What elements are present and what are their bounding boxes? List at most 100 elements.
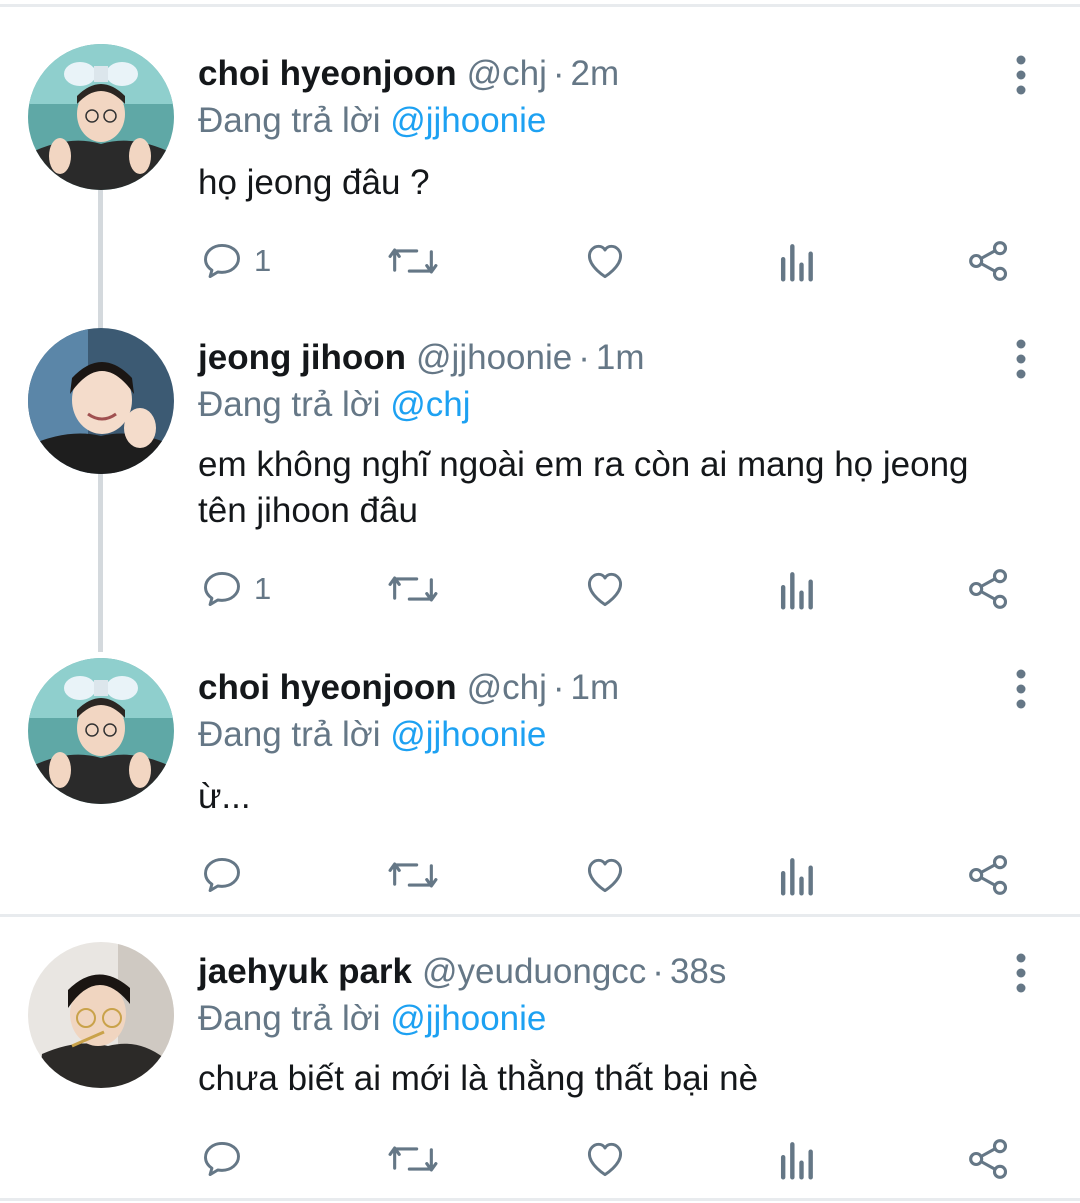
tweet-actions — [0, 1134, 1080, 1184]
analytics-button[interactable] — [776, 1134, 816, 1184]
more-vertical-icon[interactable] — [1008, 338, 1034, 382]
avatar[interactable] — [28, 658, 174, 804]
share-icon — [969, 241, 1008, 281]
user-handle[interactable]: @chj — [467, 668, 547, 707]
tweet-header: jeong jihoon @jjhoonie · 1m — [198, 336, 645, 380]
tweet-header: choi hyeonjoon @chj · 1m — [198, 666, 619, 710]
separator: · — [652, 952, 664, 991]
user-handle[interactable]: @chj — [467, 54, 547, 93]
like-button[interactable] — [582, 850, 628, 900]
share-icon — [969, 1139, 1008, 1179]
timestamp[interactable]: 2m — [571, 54, 620, 93]
replying-to: Đang trả lời @jjhoonie — [198, 997, 546, 1041]
like-button[interactable] — [582, 564, 628, 614]
retweet-icon — [388, 576, 438, 602]
heart-icon — [587, 858, 623, 893]
replying-to: Đang trả lời @chj — [198, 383, 470, 427]
reply-button[interactable]: 1 — [200, 236, 271, 286]
user-handle[interactable]: @yeuduongcc — [422, 952, 646, 991]
replying-to-label: Đang trả lời — [198, 101, 381, 140]
share-icon — [969, 569, 1008, 609]
display-name[interactable]: jaehyuk park — [198, 952, 412, 991]
timestamp[interactable]: 38s — [670, 952, 726, 991]
tweet[interactable]: choi hyeonjoon @chj · 2m Đang trả lời @jjho… — [0, 44, 1080, 294]
share-button[interactable] — [966, 850, 1012, 900]
share-button[interactable] — [966, 564, 1012, 614]
reply-button[interactable] — [200, 1134, 244, 1184]
user-handle[interactable]: @jjhoonie — [416, 338, 572, 377]
heart-icon — [587, 1142, 623, 1177]
avatar-image — [28, 942, 174, 1088]
share-button[interactable] — [966, 236, 1012, 286]
reply-icon — [204, 857, 240, 893]
retweet-icon — [388, 862, 438, 888]
conversation-divider — [0, 914, 1080, 917]
retweet-button[interactable] — [386, 850, 440, 900]
analytics-button[interactable] — [776, 564, 816, 614]
tweet[interactable]: jaehyuk park @yeuduongcc · 38s Đang trả lời… — [0, 942, 1080, 1192]
avatar-image — [28, 328, 174, 474]
avatar-image — [28, 44, 174, 190]
analytics-icon — [780, 858, 813, 896]
reply-button[interactable] — [200, 850, 244, 900]
replying-to-label: Đang trả lời — [198, 999, 381, 1038]
tweet-actions: 1 — [0, 564, 1080, 614]
timestamp[interactable]: 1m — [596, 338, 645, 377]
retweet-button[interactable] — [386, 1134, 440, 1184]
avatar[interactable] — [28, 44, 174, 190]
display-name[interactable]: choi hyeonjoon — [198, 54, 457, 93]
avatar[interactable] — [28, 942, 174, 1088]
analytics-button[interactable] — [776, 850, 816, 900]
analytics-icon — [780, 572, 813, 610]
like-button[interactable] — [582, 236, 628, 286]
avatar-image — [28, 658, 174, 804]
separator: · — [552, 54, 565, 93]
more-vertical-icon[interactable] — [1008, 952, 1034, 996]
top-divider — [0, 4, 1080, 7]
separator: · — [578, 338, 590, 377]
separator: · — [552, 668, 565, 707]
reply-icon — [204, 571, 240, 607]
more-vertical-icon[interactable] — [1008, 668, 1034, 712]
retweet-icon — [388, 1146, 438, 1172]
heart-icon — [587, 572, 623, 607]
timestamp[interactable]: 1m — [571, 668, 620, 707]
bottom-divider — [0, 1198, 1080, 1201]
tweet-actions: 1 — [0, 236, 1080, 286]
display-name[interactable]: jeong jihoon — [198, 338, 406, 377]
mention-link[interactable]: @jjhoonie — [390, 715, 546, 754]
reply-count: 1 — [254, 243, 272, 278]
tweet[interactable]: jeong jihoon @jjhoonie · 1m Đang trả lời @c… — [0, 328, 1080, 618]
analytics-button[interactable] — [776, 236, 816, 286]
analytics-icon — [780, 244, 813, 282]
replying-to-label: Đang trả lời — [198, 385, 381, 424]
mention-link[interactable]: @jjhoonie — [390, 999, 546, 1038]
retweet-button[interactable] — [386, 236, 440, 286]
tweet[interactable]: choi hyeonjoon @chj · 1m Đang trả lời @jjho… — [0, 658, 1080, 908]
reply-count: 1 — [254, 571, 272, 606]
retweet-button[interactable] — [386, 564, 440, 614]
tweet-text: họ jeong đâu ? — [198, 163, 430, 202]
avatar[interactable] — [28, 328, 174, 474]
mention-link[interactable]: @chj — [390, 385, 470, 424]
replying-to-label: Đang trả lời — [198, 715, 381, 754]
display-name[interactable]: choi hyeonjoon — [198, 668, 457, 707]
heart-icon — [587, 244, 623, 279]
reply-icon — [204, 1141, 240, 1177]
reply-icon — [204, 243, 240, 279]
tweet-header: choi hyeonjoon @chj · 2m — [198, 52, 619, 96]
replying-to: Đang trả lời @jjhoonie — [198, 713, 546, 757]
tweet-actions — [0, 850, 1080, 900]
retweet-icon — [388, 248, 438, 274]
mention-link[interactable]: @jjhoonie — [390, 101, 546, 140]
share-icon — [969, 855, 1008, 895]
tweet-text: ừ... — [198, 777, 251, 816]
share-button[interactable] — [966, 1134, 1012, 1184]
tweet-header: jaehyuk park @yeuduongcc · 38s — [198, 950, 726, 994]
analytics-icon — [780, 1142, 813, 1180]
replying-to: Đang trả lời @jjhoonie — [198, 99, 546, 143]
tweet-text: em không nghĩ ngoài em ra còn ai mang họ… — [198, 445, 969, 530]
reply-button[interactable]: 1 — [200, 564, 271, 614]
like-button[interactable] — [582, 1134, 628, 1184]
more-vertical-icon[interactable] — [1008, 54, 1034, 98]
